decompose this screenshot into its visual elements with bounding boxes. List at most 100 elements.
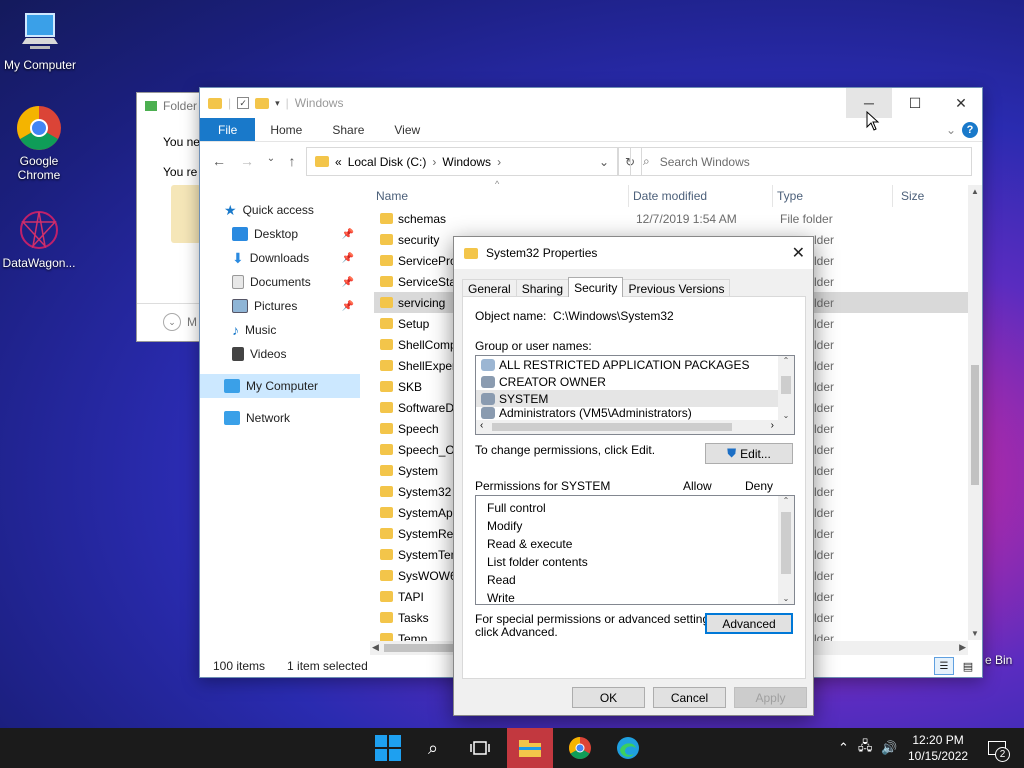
tab-general[interactable]: General <box>462 279 517 297</box>
group-names-list[interactable]: ALL RESTRICTED APPLICATION PACKAGES CREA… <box>475 355 795 435</box>
column-header-name[interactable]: Name <box>376 185 626 207</box>
nav-network[interactable]: Network <box>200 406 360 430</box>
folder-icon <box>380 612 393 623</box>
title-bar[interactable]: | ✓ ▾ | Windows ─ ☐ ✕ <box>200 88 982 118</box>
nav-music[interactable]: ♪ Music <box>200 318 360 342</box>
button-label: Edit... <box>740 446 771 461</box>
chrome-icon <box>15 104 63 152</box>
tab-security[interactable]: Security <box>568 277 624 297</box>
background-folder-dialog[interactable]: Folder You ne You re ⌄ M <box>136 92 206 342</box>
column-header-type[interactable]: Type <box>772 185 892 207</box>
ok-button[interactable]: OK <box>572 687 645 708</box>
file-type: lder <box>814 526 835 541</box>
folder-icon <box>380 528 393 539</box>
properties-dialog[interactable]: System32 Properties ✕ General Sharing Se… <box>453 236 814 716</box>
folder-icon <box>145 101 157 111</box>
scroll-thumb[interactable] <box>492 423 732 431</box>
horizontal-scrollbar[interactable]: ‹ › <box>476 420 778 434</box>
large-icons-view-icon[interactable]: ▤ <box>958 657 978 675</box>
apply-button[interactable]: Apply <box>734 687 807 708</box>
column-label: Date modified <box>633 189 708 203</box>
address-dropdown-icon[interactable]: ⌄ <box>599 155 609 169</box>
help-icon[interactable]: ? <box>962 118 982 141</box>
nav-quick-access[interactable]: ★ Quick access <box>200 198 360 222</box>
nav-my-computer[interactable]: My Computer <box>200 374 360 398</box>
permission-row: Modify <box>476 517 794 535</box>
column-header-date[interactable]: Date modified <box>628 185 768 207</box>
file-name: System32 <box>398 484 452 499</box>
nav-downloads[interactable]: ⬇ Downloads 📌 <box>200 246 360 270</box>
address-bar[interactable]: « Local Disk (C:) › Windows › ⌄ <box>306 147 618 176</box>
permissions-list[interactable]: Full control Modify Read & execute List … <box>475 495 795 605</box>
up-button[interactable]: ↑ <box>283 153 301 169</box>
file-explorer-taskbar-icon[interactable] <box>507 728 553 768</box>
nav-videos[interactable]: Videos <box>200 342 360 366</box>
column-header-size[interactable]: Size <box>892 185 972 207</box>
task-view-button[interactable] <box>457 728 503 768</box>
close-button[interactable]: ✕ <box>938 88 984 118</box>
tab-home[interactable]: Home <box>255 118 317 141</box>
search-input[interactable]: ⌕ Search Windows <box>630 147 972 176</box>
desktop-icon-chrome[interactable]: Google Chrome <box>0 104 79 182</box>
text-line: click Advanced. <box>475 625 558 639</box>
cancel-button[interactable]: Cancel <box>653 687 726 708</box>
dialog-text: You re <box>163 165 198 179</box>
chevron-down-icon[interactable]: ⌄ <box>163 313 181 331</box>
list-item[interactable]: CREATOR OWNER <box>476 373 794 390</box>
allow-column-label: Allow <box>683 479 712 493</box>
nav-pictures[interactable]: Pictures 📌 <box>200 294 360 318</box>
maximize-button[interactable]: ☐ <box>892 88 938 118</box>
vertical-scrollbar[interactable]: ▲ ▼ <box>968 185 982 640</box>
file-type: lder <box>814 379 835 394</box>
recent-locations-button[interactable]: ⌄ <box>262 153 280 164</box>
volume-icon[interactable]: 🔊 <box>881 740 897 756</box>
tab-file[interactable]: File <box>200 118 256 141</box>
desktop-icon-my-computer[interactable]: My Computer <box>0 8 80 72</box>
vertical-scrollbar[interactable]: ⌃ ⌄ <box>778 356 794 434</box>
tab-share[interactable]: Share <box>317 118 379 141</box>
notification-center-button[interactable]: 2 <box>982 728 1012 768</box>
quick-access-dropdown-icon[interactable]: ▾ <box>275 98 280 109</box>
scroll-thumb[interactable] <box>781 376 791 394</box>
advanced-button[interactable]: Advanced <box>705 613 793 634</box>
recycle-bin-label-partial[interactable]: e Bin <box>985 653 1012 667</box>
edit-button[interactable]: ⛊ Edit... <box>705 443 793 464</box>
scroll-thumb[interactable] <box>781 512 791 574</box>
forward-button[interactable]: → <box>238 153 256 169</box>
breadcrumb-local-disk[interactable]: Local Disk (C:) <box>348 155 427 169</box>
desktop-icon-datawagon[interactable]: DataWagon... <box>0 206 79 270</box>
tab-sharing[interactable]: Sharing <box>515 279 570 297</box>
breadcrumb-overflow[interactable]: « <box>335 155 342 169</box>
vertical-scrollbar[interactable]: ⌃ ⌄ <box>778 496 794 604</box>
nav-desktop[interactable]: Desktop 📌 <box>200 222 360 246</box>
back-button[interactable]: ← <box>210 153 228 169</box>
clock[interactable]: 12:20 PM 10/15/2022 <box>908 728 968 768</box>
breadcrumb-windows[interactable]: Windows <box>442 155 491 169</box>
network-icon[interactable]: 🖧 <box>858 737 873 759</box>
properties-icon[interactable]: ✓ <box>237 97 250 109</box>
dialog-title-bar[interactable]: System32 Properties <box>454 237 813 269</box>
nav-documents[interactable]: Documents 📌 <box>200 270 360 294</box>
chevron-right-icon[interactable]: › <box>432 155 436 169</box>
close-icon[interactable]: ✕ <box>792 243 805 263</box>
list-item[interactable]: ALL RESTRICTED APPLICATION PACKAGES <box>476 356 794 373</box>
edge-taskbar-icon[interactable] <box>605 728 651 768</box>
nav-label: Videos <box>250 347 287 361</box>
chrome-taskbar-icon[interactable] <box>557 728 603 768</box>
table-row[interactable]: schemas 12/7/2019 1:54 AM File folder <box>374 208 968 229</box>
file-type: lder <box>814 253 835 268</box>
chevron-up-icon[interactable]: ⌃ <box>838 740 849 756</box>
star-icon: ★ <box>224 201 237 218</box>
search-button[interactable]: ⌕ <box>410 728 456 768</box>
details-view-icon[interactable]: ☰ <box>934 657 954 675</box>
chevron-right-icon[interactable]: › <box>497 155 501 169</box>
file-type: lder <box>814 547 835 562</box>
expand-ribbon-icon[interactable]: ⌄ <box>940 118 962 141</box>
list-item[interactable]: Administrators (VM5\Administrators) <box>476 404 794 421</box>
tab-previous-versions[interactable]: Previous Versions <box>622 279 731 297</box>
tab-view[interactable]: View <box>379 118 435 141</box>
new-folder-icon[interactable] <box>255 97 270 109</box>
desktop-icon <box>232 227 248 241</box>
scroll-thumb[interactable] <box>971 365 979 485</box>
start-button[interactable] <box>365 728 411 768</box>
